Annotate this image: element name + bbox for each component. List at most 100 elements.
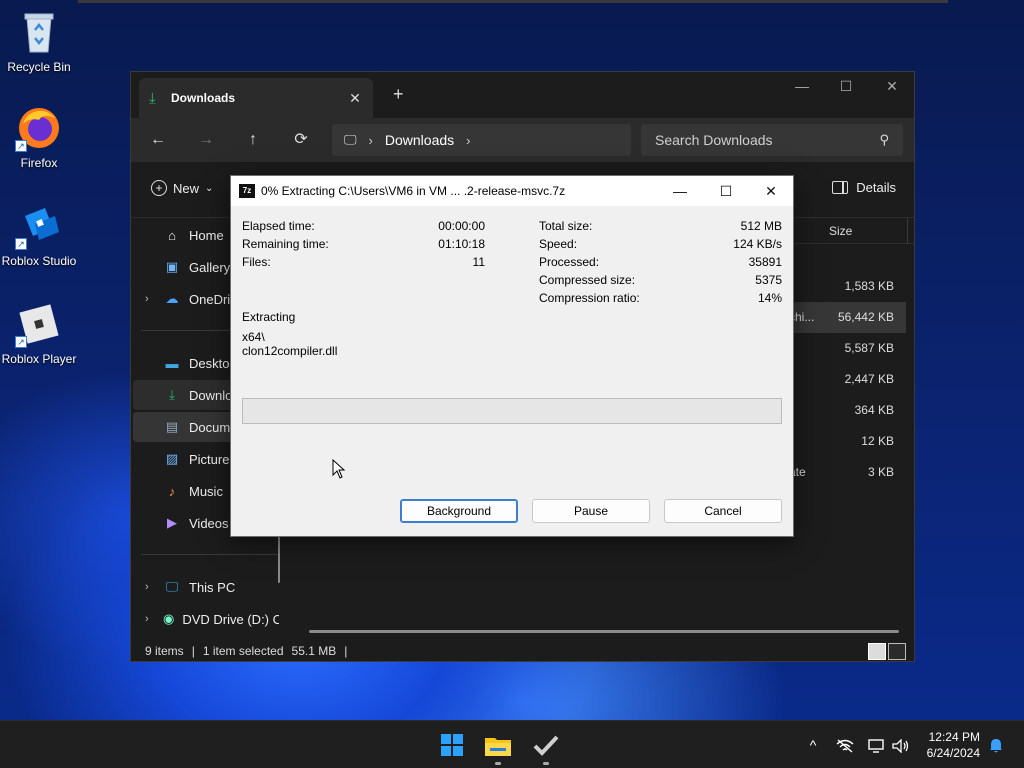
chevron-right-icon[interactable]: › [145, 581, 149, 593]
refresh-button[interactable]: ⟳ [288, 128, 314, 152]
network-disconnected-icon[interactable] [834, 721, 856, 768]
chevron-right-icon[interactable]: › [466, 133, 470, 148]
clock-date: 6/24/2024 [926, 746, 980, 760]
close-window-button[interactable]: ✕ [877, 78, 907, 95]
stat-label-files: Files: [242, 255, 271, 269]
background-button[interactable]: Background [400, 499, 518, 523]
tab-downloads[interactable]: ⤓ Downloads ✕ [139, 78, 373, 118]
download-icon: ⤓ [149, 89, 156, 107]
details-button[interactable]: Details [832, 180, 896, 195]
new-tab-button[interactable]: + [393, 84, 404, 105]
start-button[interactable] [436, 729, 468, 761]
tiles-view-button[interactable] [888, 643, 906, 660]
search-box[interactable]: ⚲ [641, 124, 903, 156]
current-file: clon12compiler.dll [242, 344, 338, 358]
show-hidden-icons-button[interactable]: ^ [803, 721, 823, 768]
stat-value-elapsed: 00:00:00 [438, 219, 485, 233]
back-button[interactable]: ← [145, 128, 171, 152]
stat-label-processed: Processed: [539, 255, 600, 269]
details-view-button[interactable] [868, 643, 886, 660]
clock-time: 12:24 PM [928, 730, 980, 744]
stat-label-compressed-size: Compressed size: [539, 273, 636, 287]
desktop-icon-recycle-bin[interactable]: Recycle Bin [0, 8, 78, 74]
recycle-bin-icon [15, 8, 63, 56]
file-size: 1,583 KB [844, 279, 894, 293]
column-divider[interactable] [907, 218, 908, 244]
dialog-minimize-button[interactable]: — [657, 176, 703, 206]
stat-value-speed: 124 KB/s [733, 237, 782, 251]
cancel-button[interactable]: Cancel [664, 499, 782, 523]
taskbar-app[interactable] [530, 729, 562, 765]
view-toggle [868, 643, 906, 660]
home-icon: ⌂ [168, 227, 176, 243]
file-size: 12 KB [861, 434, 894, 448]
sidebar-item-dvd-drive[interactable]: › ◉ DVD Drive (D:) C [133, 604, 279, 634]
stat-label-elapsed: Elapsed time: [242, 219, 315, 233]
desktop-icon-roblox-studio[interactable]: ↗ Roblox Studio [0, 202, 78, 268]
address-box[interactable]: 🖵 › Downloads › [332, 124, 631, 156]
desktop-icon-firefox[interactable]: ↗ Firefox [0, 104, 78, 170]
file-size: 5,587 KB [844, 341, 894, 355]
shortcut-arrow-icon: ↗ [15, 238, 27, 250]
stat-label-speed: Speed: [539, 237, 578, 251]
desktop-icon: ▬ [165, 355, 179, 371]
dialog-maximize-button[interactable]: ☐ [703, 176, 749, 206]
status-separator: | [191, 644, 195, 658]
pause-button[interactable]: Pause [532, 499, 650, 523]
status-bar: 9 items | 1 item selected 55.1 MB | [131, 640, 914, 662]
volume-icon[interactable] [890, 721, 912, 768]
chevron-right-icon[interactable]: › [145, 293, 149, 305]
desktop-icon-label: Firefox [20, 156, 58, 170]
chevron-right-icon: › [368, 132, 373, 148]
new-button[interactable]: + New ⌄ [151, 180, 213, 196]
forward-button[interactable]: → [193, 128, 219, 152]
dialog-close-button[interactable]: ✕ [748, 176, 794, 206]
close-tab-icon[interactable]: ✕ [347, 90, 363, 107]
sidebar-item-label: Home [189, 227, 224, 243]
dvd-icon: ◉ [163, 611, 175, 626]
status-item-count: 9 items [145, 644, 184, 658]
stat-value-remaining: 01:10:18 [438, 237, 485, 251]
system-clock[interactable]: 12:24 PM 6/24/2024 [927, 729, 980, 761]
dialog-title: 0% Extracting C:\Users\VM6 in VM ... .2-… [261, 184, 566, 198]
maximize-button[interactable]: ☐ [831, 78, 861, 95]
onedrive-icon: ☁ [165, 291, 179, 306]
search-input[interactable] [655, 132, 880, 148]
desktop-icon-roblox-player[interactable]: ↗ Roblox Player [0, 300, 78, 366]
stat-label-compression-ratio: Compression ratio: [539, 291, 640, 305]
pc-icon: 🖵 [165, 579, 179, 594]
running-indicator [495, 762, 501, 765]
breadcrumb-downloads[interactable]: Downloads [385, 132, 454, 148]
sidebar-item-label: Videos [189, 515, 229, 531]
stat-label-total-size: Total size: [539, 219, 593, 233]
shortcut-arrow-icon: ↗ [15, 336, 27, 348]
minimize-button[interactable]: — [787, 78, 817, 94]
sidebar-item-this-pc[interactable]: › 🖵 This PC [133, 572, 279, 602]
file-size: 56,442 KB [837, 310, 894, 324]
shortcut-arrow-icon: ↗ [15, 140, 27, 152]
status-separator: | [344, 644, 348, 658]
pictures-icon: ▨ [165, 451, 179, 466]
stat-value-total-size: 512 MB [740, 219, 782, 233]
desktop-icon-label: Recycle Bin [7, 60, 71, 74]
file-explorer-icon [485, 738, 511, 756]
column-header-size[interactable]: Size [829, 224, 852, 238]
up-button[interactable]: ↑ [240, 128, 266, 152]
new-button-label: New [173, 180, 200, 196]
horizontal-scrollbar[interactable] [309, 630, 899, 633]
chevron-right-icon[interactable]: › [145, 613, 149, 625]
background-window-edge [78, 0, 948, 3]
taskbar-file-explorer[interactable] [482, 729, 514, 765]
taskbar: ^ 12:24 PM 6/24/2024 [0, 720, 1024, 768]
extract-progress-bar [242, 398, 782, 424]
operation-label: Extracting [242, 310, 296, 324]
display-icon[interactable] [866, 721, 888, 768]
notification-bell-icon[interactable] [986, 721, 1006, 768]
status-selection-size: 55.1 MB [291, 644, 337, 658]
running-indicator [543, 762, 549, 765]
sidebar-divider [141, 554, 279, 555]
sidebar-item-label: DVD Drive (D:) C [182, 611, 279, 627]
file-size: 3 KB [867, 465, 894, 479]
windows-start-icon [441, 734, 463, 756]
monitor-icon: 🖵 [344, 132, 357, 147]
